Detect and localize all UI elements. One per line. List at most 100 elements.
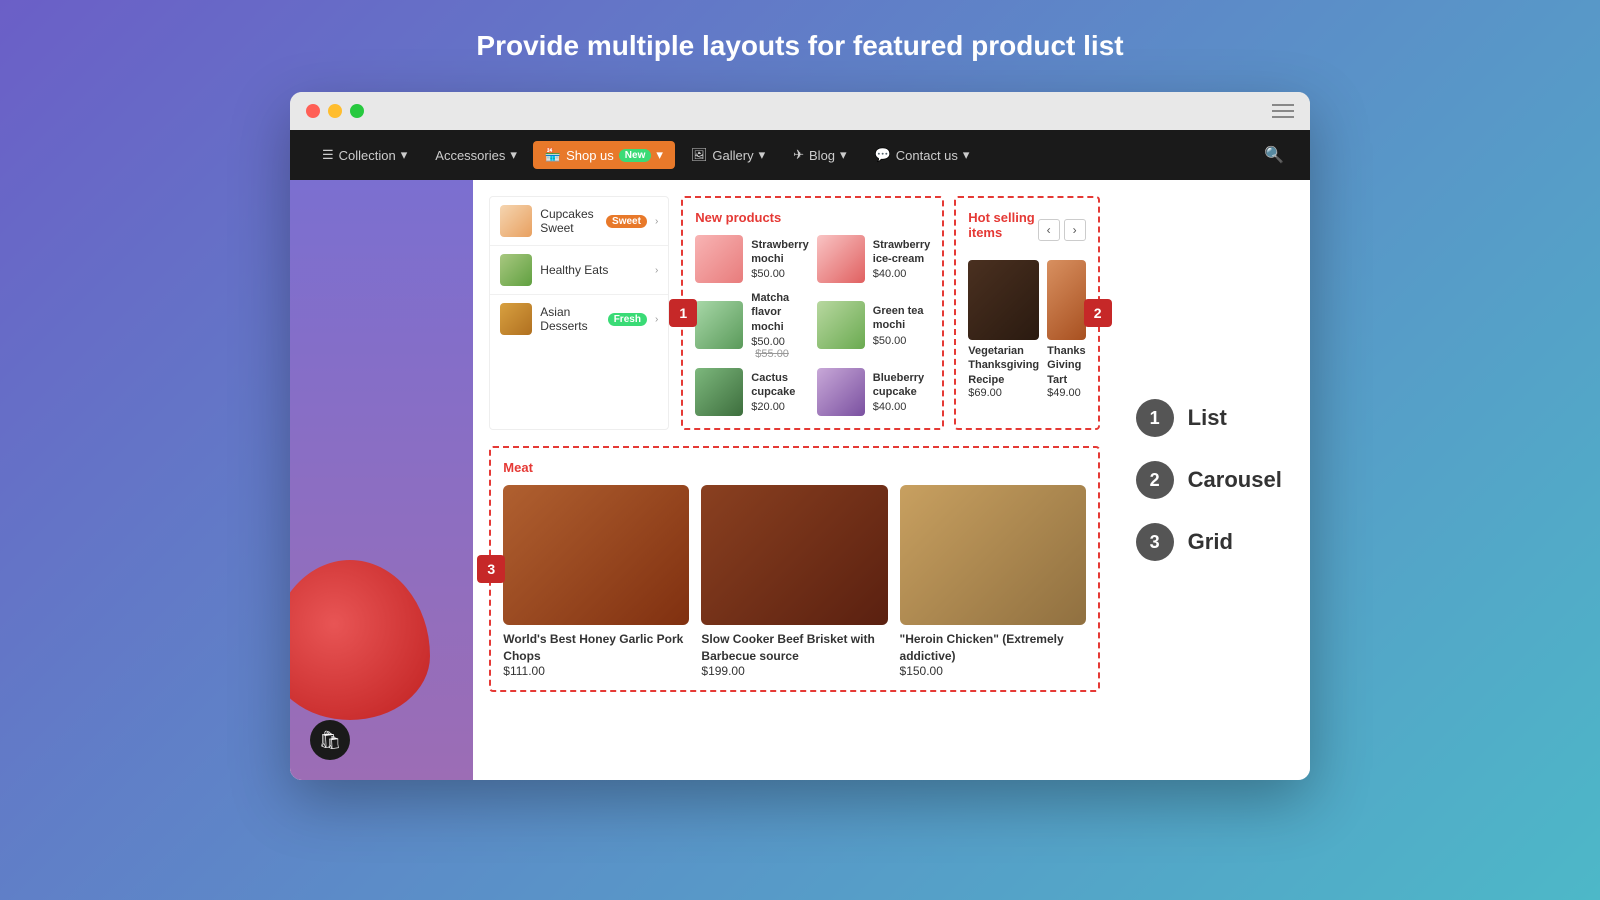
gallery-icon: 🖼 (691, 147, 708, 163)
asian-label: Asian Desserts (540, 305, 599, 333)
top-section: Cupcakes Sweet Sweet › Healthy Eats › As… (489, 196, 1099, 430)
nav-item-gallery[interactable]: 🖼 Gallery ▾ (679, 141, 777, 169)
product-name: Strawberry ice-cream (873, 238, 930, 267)
cactus-thumb (695, 368, 743, 416)
chicken-thumb (900, 485, 1086, 625)
nav-accessories-label: Accessories (435, 148, 505, 163)
contact-icon: 💬 (875, 147, 891, 163)
fullscreen-dot[interactable] (350, 104, 364, 118)
badge-1: 1 (669, 299, 697, 327)
sidebar-item-healthy[interactable]: Healthy Eats › (490, 246, 668, 295)
meat-product-name: Slow Cooker Beef Brisket with Barbecue s… (701, 631, 887, 665)
product-panels: 1 New products Strawberry mochi $50.00 (681, 196, 1099, 430)
minimize-dot[interactable] (328, 104, 342, 118)
chevron-down-icon: ▾ (401, 147, 408, 163)
list-item: "Heroin Chicken" (Extremely addictive) $… (900, 485, 1086, 679)
chevron-right-icon-3: › (655, 314, 658, 325)
nav-item-collection[interactable]: ☰ Collection ▾ (310, 141, 419, 169)
main-content: Cupcakes Sweet Sweet › Healthy Eats › As… (473, 180, 1115, 780)
nav-shop-label: Shop us (566, 148, 614, 163)
cupcakes-label: Cupcakes Sweet (540, 207, 598, 235)
hot-selling-title: Hot selling items (968, 210, 1037, 240)
nav-contact-label: Contact us (896, 148, 958, 163)
product-price: $40.00 (873, 268, 930, 280)
layout-option-grid[interactable]: 3 Grid (1136, 523, 1290, 561)
healthy-label: Healthy Eats (540, 263, 608, 277)
list-item: Matcha flavor mochi $50.00 $55.00 (695, 291, 808, 360)
product-price: $50.00 (873, 335, 930, 347)
nav-item-accessories[interactable]: Accessories ▾ (423, 141, 529, 169)
meat-product-price: $150.00 (900, 664, 1086, 678)
hot-header: Hot selling items ‹ › (968, 210, 1085, 250)
grid-icon: ☰ (322, 147, 334, 163)
carousel-nav: ‹ › (1038, 219, 1086, 241)
green-tea-thumb (817, 301, 865, 349)
meat-grid: World's Best Honey Garlic Pork Chops $11… (503, 485, 1085, 679)
hot-product-price: $69.00 (968, 387, 1039, 399)
pork-chops-thumb (503, 485, 689, 625)
product-name: Strawberry mochi (751, 238, 808, 267)
sidebar-item-cupcakes[interactable]: Cupcakes Sweet Sweet › (490, 197, 668, 246)
cupcakes-thumb (500, 205, 532, 237)
healthy-thumb (500, 254, 532, 286)
meat-product-name: "Heroin Chicken" (Extremely addictive) (900, 631, 1086, 665)
carousel-prev-button[interactable]: ‹ (1038, 219, 1060, 241)
nav-item-shop[interactable]: 🏪 Shop us New ▾ (533, 141, 675, 169)
strawberry-ice-thumb (817, 235, 865, 283)
nav-bar: ☰ Collection ▾ Accessories ▾ 🏪 Shop us N… (290, 130, 1310, 180)
layout-option-carousel[interactable]: 2 Carousel (1136, 461, 1290, 499)
hot-product-name: Vegetarian Thanksgiving Recipe (968, 344, 1039, 387)
nav-gallery-label: Gallery (712, 148, 753, 163)
list-item: World's Best Honey Garlic Pork Chops $11… (503, 485, 689, 679)
list-item: Strawberry mochi $50.00 (695, 235, 808, 283)
shop-icon: 🏪 (545, 147, 561, 163)
product-price: $40.00 (873, 401, 930, 413)
hamburger-icon[interactable] (1272, 104, 1294, 118)
close-dot[interactable] (306, 104, 320, 118)
badge-3: 3 (477, 555, 505, 583)
layout-option-list[interactable]: 1 List (1136, 399, 1290, 437)
browser-titlebar (290, 92, 1310, 130)
beef-brisket-thumb (701, 485, 887, 625)
product-name: Cactus cupcake (751, 371, 808, 400)
nav-collection-label: Collection (339, 148, 396, 163)
list-item: Strawberry ice-cream $40.00 (817, 235, 930, 283)
layout-options-panel: 1 List 2 Carousel 3 Grid (1116, 180, 1310, 780)
blueberry-thumb (817, 368, 865, 416)
new-products-panel: 1 New products Strawberry mochi $50.00 (681, 196, 944, 430)
nav-blog-label: Blog (809, 148, 835, 163)
grid-layout-num: 3 (1136, 523, 1174, 561)
matcha-thumb (695, 301, 743, 349)
strawberry-mochi-thumb (695, 235, 743, 283)
chevron-down-icon-3: ▾ (656, 147, 663, 163)
apple-decoration (290, 560, 430, 720)
nav-item-blog[interactable]: ✈ Blog ▾ (781, 141, 858, 169)
product-price: $20.00 (751, 401, 808, 413)
new-products-title: New products (695, 210, 930, 225)
sidebar-item-asian[interactable]: Asian Desserts Fresh › (490, 295, 668, 343)
chevron-down-icon-6: ▾ (963, 147, 970, 163)
blog-icon: ✈ (793, 147, 804, 163)
fresh-tag: Fresh (608, 313, 647, 326)
chevron-right-icon-2: › (655, 265, 658, 276)
new-badge: New (619, 149, 652, 162)
hot-selling-panel: 2 Hot selling items ‹ › Vegetarian Th (954, 196, 1099, 430)
nav-item-contact[interactable]: 💬 Contact us ▾ (863, 141, 982, 169)
hot-product-name: Thanks Giving Tart (1047, 344, 1086, 387)
browser-dots (306, 104, 364, 118)
list-item: Vegetarian Thanksgiving Recipe $69.00 (968, 260, 1039, 399)
carousel-next-button[interactable]: › (1064, 219, 1086, 241)
meat-section: 3 Meat World's Best Honey Garlic Pork Ch… (489, 446, 1099, 693)
meat-product-name: World's Best Honey Garlic Pork Chops (503, 631, 689, 665)
original-price: $55.00 (755, 348, 789, 360)
product-info: Blueberry cupcake $40.00 (873, 371, 930, 414)
product-info: Green tea mochi $50.00 (873, 304, 930, 347)
chevron-down-icon-5: ▾ (840, 147, 847, 163)
product-info: Cactus cupcake $20.00 (751, 371, 808, 414)
product-name: Matcha flavor mochi (751, 291, 808, 334)
list-item: Blueberry cupcake $40.00 (817, 368, 930, 416)
hot-product-price: $49.00 (1047, 387, 1086, 399)
search-icon[interactable]: 🔍 (1258, 139, 1290, 171)
list-layout-num: 1 (1136, 399, 1174, 437)
product-name: Green tea mochi (873, 304, 930, 333)
